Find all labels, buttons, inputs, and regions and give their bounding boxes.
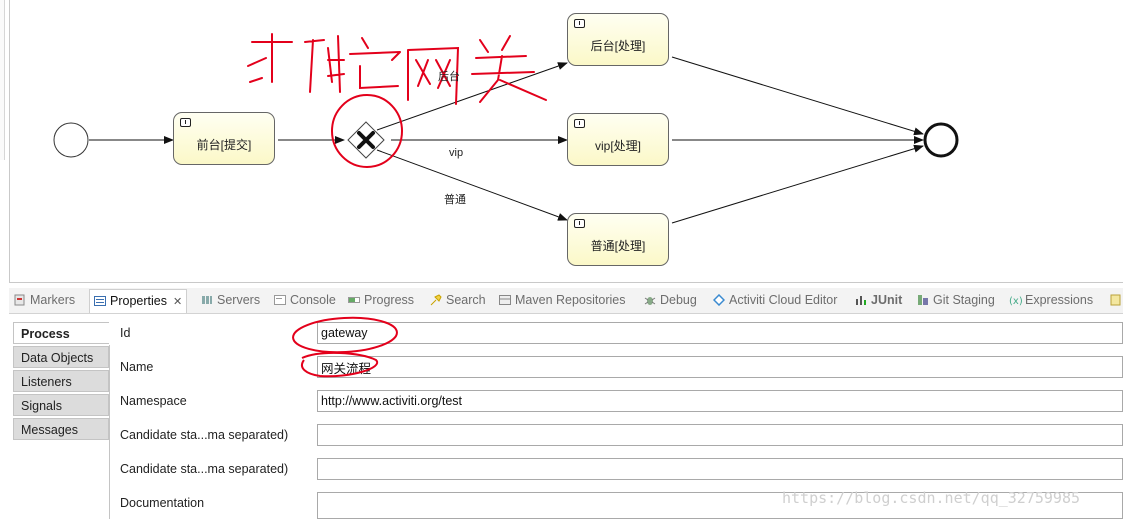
tab-expressions[interactable]: (x) Expressions xyxy=(1009,292,1093,309)
tab-junit-label: JUnit xyxy=(871,293,903,307)
tab-servers[interactable]: Servers xyxy=(201,292,260,309)
start-event[interactable] xyxy=(53,122,89,158)
tab-search[interactable]: Search xyxy=(430,292,486,309)
user-task-icon xyxy=(180,118,191,127)
tab-console[interactable]: Console xyxy=(274,292,336,309)
tab-debug-label: Debug xyxy=(660,293,697,307)
bpmn-diagram-canvas[interactable]: 前台[提交] 后台[处理] vip[处理] 普通[处理] 后台 vip 普通 xyxy=(9,0,1123,283)
tab-debug[interactable]: Debug xyxy=(644,292,697,309)
candidate-starter-groups-field[interactable] xyxy=(317,458,1123,480)
sidebar-item-listeners[interactable]: Listeners xyxy=(13,370,109,392)
candidate-starter-groups-label: Candidate sta...ma separated) xyxy=(120,462,289,476)
sidebar-divider xyxy=(109,345,110,519)
tab-console-label: Console xyxy=(290,293,336,307)
tab-overflow[interactable] xyxy=(1110,292,1123,309)
sidebar-item-messages[interactable]: Messages xyxy=(13,418,109,440)
field-highlight-annotations xyxy=(292,316,398,378)
search-icon xyxy=(430,294,442,306)
tab-git-label: Git Staging xyxy=(933,293,995,307)
tab-activiti-cloud-editor[interactable]: Activiti Cloud Editor xyxy=(712,292,838,309)
close-icon[interactable]: ✕ xyxy=(173,296,182,308)
task-normal[interactable]: 普通[处理] xyxy=(567,213,669,266)
exclusive-gateway[interactable] xyxy=(347,121,385,159)
console-icon xyxy=(274,294,286,306)
task-submit-label: 前台[提交] xyxy=(196,138,252,152)
view-tab-bar: Markers Properties ✕ Servers Console Prog… xyxy=(9,288,1123,314)
id-field[interactable] xyxy=(317,322,1123,344)
flow-normal-to-end[interactable] xyxy=(671,144,924,224)
handwritten-annotation-stroke xyxy=(247,33,547,105)
sidebar-item-signals[interactable]: Signals xyxy=(13,394,109,416)
properties-sidebar: Process Data Objects Listeners Signals M… xyxy=(13,322,109,442)
tab-expressions-label: Expressions xyxy=(1025,293,1094,307)
task-backend-label: 后台[处理] xyxy=(590,39,646,53)
red-annotations xyxy=(247,33,547,168)
namespace-field[interactable] xyxy=(317,390,1123,412)
candidate-starter-users-label: Candidate sta...ma separated) xyxy=(120,428,289,442)
tab-progress[interactable]: Progress xyxy=(348,292,414,309)
servers-icon xyxy=(201,294,213,306)
user-task-icon xyxy=(574,219,585,228)
flow-gateway-to-normal[interactable] xyxy=(376,149,568,221)
tab-maven-label: Maven Repositories xyxy=(515,293,626,307)
task-vip-label: vip[处理] xyxy=(594,139,641,153)
activiti-icon xyxy=(712,293,726,307)
task-normal-label: 普通[处理] xyxy=(590,239,646,253)
flow-label-vip: vip xyxy=(449,147,464,159)
maven-icon xyxy=(499,294,511,306)
debug-icon xyxy=(644,294,656,306)
watermark: https://blog.csdn.net/qq_32759985 xyxy=(782,489,1081,507)
junit-icon xyxy=(855,294,867,306)
flow-backend-to-end[interactable] xyxy=(671,56,924,136)
tab-search-label: Search xyxy=(446,293,486,307)
tab-servers-label: Servers xyxy=(217,293,261,307)
tab-properties[interactable]: Properties ✕ xyxy=(89,289,188,313)
sidebar-item-process[interactable]: Process xyxy=(13,322,109,344)
tab-markers[interactable]: Markers xyxy=(14,292,75,309)
markers-icon xyxy=(14,294,26,306)
flow-label-backend: 后台 xyxy=(438,71,460,83)
sidebar-item-data-objects[interactable]: Data Objects xyxy=(13,346,109,368)
tab-maven-repositories[interactable]: Maven Repositories xyxy=(499,292,625,309)
tab-activiti-label: Activiti Cloud Editor xyxy=(729,293,838,307)
left-panel-edge xyxy=(0,0,5,160)
svg-text:(x): (x) xyxy=(1009,296,1023,306)
task-vip[interactable]: vip[处理] xyxy=(567,113,669,166)
id-label: Id xyxy=(120,326,131,340)
user-task-icon xyxy=(574,119,585,128)
flow-label-normal: 普通 xyxy=(444,194,466,206)
user-task-icon xyxy=(574,19,585,28)
overflow-icon xyxy=(1110,294,1122,306)
expressions-icon: (x) xyxy=(1009,294,1023,307)
tab-properties-label: Properties xyxy=(110,294,167,308)
name-field[interactable] xyxy=(317,356,1123,378)
documentation-label: Documentation xyxy=(120,496,205,510)
tab-junit[interactable]: JUnit xyxy=(855,292,902,309)
git-icon xyxy=(917,294,929,306)
name-label: Name xyxy=(120,360,154,374)
task-backend[interactable]: 后台[处理] xyxy=(567,13,669,66)
progress-icon xyxy=(348,294,360,306)
properties-icon xyxy=(94,292,106,306)
tab-git-staging[interactable]: Git Staging xyxy=(917,292,995,309)
candidate-starter-users-field[interactable] xyxy=(317,424,1123,446)
tab-markers-label: Markers xyxy=(30,293,76,307)
task-submit[interactable]: 前台[提交] xyxy=(173,112,275,165)
namespace-label: Namespace xyxy=(120,394,187,408)
end-event[interactable] xyxy=(923,122,959,158)
tab-progress-label: Progress xyxy=(364,293,415,307)
